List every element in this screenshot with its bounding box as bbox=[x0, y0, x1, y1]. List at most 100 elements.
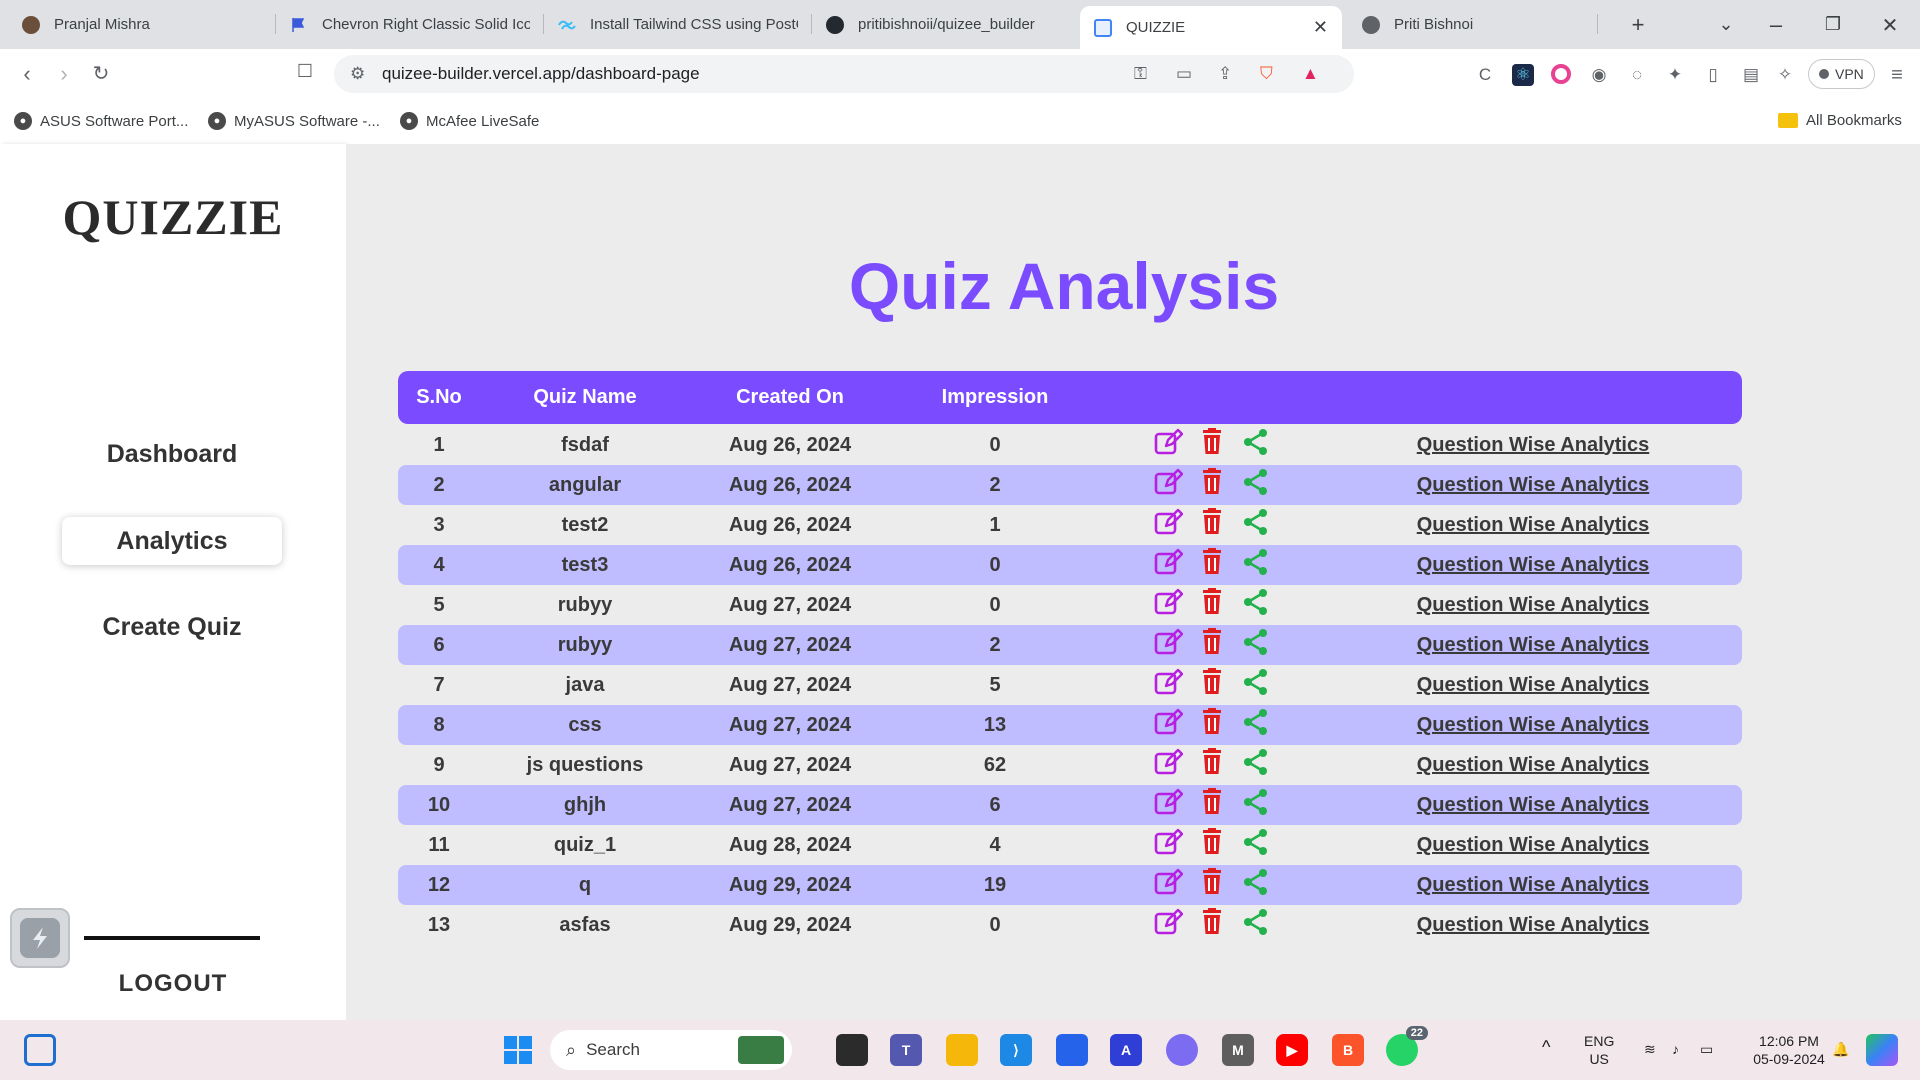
cast-icon[interactable]: ▭ bbox=[1176, 64, 1192, 84]
share-icon[interactable] bbox=[1241, 747, 1271, 783]
delete-icon[interactable] bbox=[1197, 827, 1227, 863]
floating-extension-button[interactable] bbox=[10, 908, 70, 968]
brave-icon[interactable]: B bbox=[1332, 1034, 1364, 1066]
bookmark-item[interactable]: ● MyASUS Software -... bbox=[208, 112, 380, 130]
question-wise-analytics-link[interactable]: Question Wise Analytics bbox=[1398, 834, 1668, 857]
back-icon[interactable]: ‹ bbox=[14, 61, 40, 87]
teams-icon[interactable]: T bbox=[890, 1034, 922, 1066]
react-devtools-icon[interactable]: ⚛ bbox=[1512, 64, 1534, 86]
browser-tab[interactable]: Install Tailwind CSS using PostC bbox=[544, 0, 812, 49]
edit-icon[interactable] bbox=[1153, 587, 1183, 623]
question-wise-analytics-link[interactable]: Question Wise Analytics bbox=[1398, 794, 1668, 817]
question-wise-analytics-link[interactable]: Question Wise Analytics bbox=[1398, 914, 1668, 937]
language-indicator[interactable]: ENG US bbox=[1584, 1032, 1614, 1068]
copilot-pre-icon[interactable] bbox=[1866, 1034, 1898, 1066]
menu-icon[interactable]: ≡ bbox=[1886, 64, 1908, 86]
share-icon[interactable] bbox=[1241, 787, 1271, 823]
share-icon[interactable] bbox=[1241, 587, 1271, 623]
brave-shield-icon[interactable]: ⛉ bbox=[1260, 64, 1273, 84]
delete-icon[interactable] bbox=[1197, 427, 1227, 463]
browser-tab-active[interactable]: QUIZZIE ✕ bbox=[1080, 6, 1342, 49]
delete-icon[interactable] bbox=[1197, 467, 1227, 503]
password-key-icon[interactable]: ⚿ bbox=[1134, 64, 1147, 84]
share-icon[interactable] bbox=[1241, 667, 1271, 703]
share-icon[interactable] bbox=[1241, 547, 1271, 583]
restore-icon[interactable]: ❐ bbox=[1820, 14, 1846, 35]
delete-icon[interactable] bbox=[1197, 667, 1227, 703]
browser-tab[interactable]: Chevron Right Classic Solid Ico bbox=[276, 0, 544, 49]
edit-icon[interactable] bbox=[1153, 907, 1183, 943]
close-tab-icon[interactable]: ✕ bbox=[1313, 17, 1328, 38]
question-wise-analytics-link[interactable]: Question Wise Analytics bbox=[1398, 874, 1668, 897]
bookmark-page-icon[interactable]: ☐ bbox=[292, 61, 318, 82]
forward-icon[interactable]: › bbox=[51, 61, 77, 87]
edit-icon[interactable] bbox=[1153, 507, 1183, 543]
browser-tab[interactable]: Priti Bishnoi bbox=[1348, 0, 1598, 49]
share-icon[interactable] bbox=[1241, 867, 1271, 903]
share-icon[interactable]: ⇪ bbox=[1218, 64, 1232, 84]
tab-search-chevron-icon[interactable]: ⌄ bbox=[1713, 14, 1739, 35]
share-icon[interactable] bbox=[1241, 627, 1271, 663]
extension-icon[interactable]: ◌ bbox=[1626, 64, 1648, 86]
share-icon[interactable] bbox=[1241, 827, 1271, 863]
edit-icon[interactable] bbox=[1153, 627, 1183, 663]
question-wise-analytics-link[interactable]: Question Wise Analytics bbox=[1398, 674, 1668, 697]
delete-icon[interactable] bbox=[1197, 907, 1227, 943]
edit-icon[interactable] bbox=[1153, 827, 1183, 863]
microsoft-store-icon[interactable] bbox=[1056, 1034, 1088, 1066]
share-icon[interactable] bbox=[1241, 907, 1271, 943]
delete-icon[interactable] bbox=[1197, 587, 1227, 623]
bookmark-item[interactable]: ● ASUS Software Port... bbox=[14, 112, 188, 130]
copilot-icon[interactable] bbox=[1166, 1034, 1198, 1066]
screenshot-icon[interactable]: ◉ bbox=[1588, 64, 1610, 86]
edit-icon[interactable] bbox=[1153, 467, 1183, 503]
extension-c-icon[interactable]: C bbox=[1474, 64, 1496, 86]
vpn-button[interactable]: VPN bbox=[1808, 59, 1875, 89]
minimize-icon[interactable]: – bbox=[1763, 12, 1789, 38]
browser-tab[interactable]: pritibishnoii/quizee_builder bbox=[812, 0, 1080, 49]
myasus-icon[interactable]: A bbox=[1110, 1034, 1142, 1066]
edit-icon[interactable] bbox=[1153, 427, 1183, 463]
edit-icon[interactable] bbox=[1153, 667, 1183, 703]
close-window-icon[interactable]: ✕ bbox=[1877, 13, 1903, 38]
question-wise-analytics-link[interactable]: Question Wise Analytics bbox=[1398, 754, 1668, 777]
edit-icon[interactable] bbox=[1153, 747, 1183, 783]
new-tab-icon[interactable]: + bbox=[1625, 12, 1651, 38]
volume-icon[interactable]: ♪ bbox=[1672, 1040, 1679, 1058]
leo-ai-icon[interactable]: ✧ bbox=[1774, 64, 1796, 86]
brave-rewards-icon[interactable]: ▲ bbox=[1302, 64, 1319, 84]
site-info-icon[interactable]: ⚙ bbox=[350, 64, 365, 84]
share-icon[interactable] bbox=[1241, 707, 1271, 743]
question-wise-analytics-link[interactable]: Question Wise Analytics bbox=[1398, 514, 1668, 537]
address-bar[interactable]: ⚙ quizee-builder.vercel.app/dashboard-pa… bbox=[334, 55, 1354, 93]
taskbar-search[interactable]: ⌕ Search bbox=[550, 1030, 792, 1070]
edit-icon[interactable] bbox=[1153, 787, 1183, 823]
logout-button[interactable]: LOGOUT bbox=[0, 970, 346, 998]
chevron-up-icon[interactable]: ^ bbox=[1542, 1038, 1550, 1056]
whatsapp-icon[interactable]: 22 bbox=[1386, 1026, 1428, 1066]
wallet-icon[interactable]: ▤ bbox=[1740, 64, 1762, 86]
question-wise-analytics-link[interactable]: Question Wise Analytics bbox=[1398, 634, 1668, 657]
m-app-icon[interactable]: M bbox=[1222, 1034, 1254, 1066]
question-wise-analytics-link[interactable]: Question Wise Analytics bbox=[1398, 594, 1668, 617]
share-icon[interactable] bbox=[1241, 467, 1271, 503]
battery-icon[interactable]: ▭ bbox=[1700, 1040, 1713, 1058]
delete-icon[interactable] bbox=[1197, 787, 1227, 823]
share-icon[interactable] bbox=[1241, 427, 1271, 463]
reload-icon[interactable]: ↻ bbox=[88, 61, 114, 86]
youtube-icon[interactable]: ▶ bbox=[1276, 1034, 1308, 1066]
clock[interactable]: 12:06 PM 05-09-2024 bbox=[1746, 1032, 1832, 1068]
delete-icon[interactable] bbox=[1197, 747, 1227, 783]
question-wise-analytics-link[interactable]: Question Wise Analytics bbox=[1398, 474, 1668, 497]
file-explorer-icon[interactable] bbox=[946, 1034, 978, 1066]
notification-bell-icon[interactable]: 🔔 bbox=[1832, 1040, 1849, 1058]
edit-icon[interactable] bbox=[1153, 867, 1183, 903]
vscode-icon[interactable]: ⟩ bbox=[1000, 1034, 1032, 1066]
delete-icon[interactable] bbox=[1197, 707, 1227, 743]
sidebar-item-analytics[interactable]: Analytics bbox=[62, 517, 282, 565]
delete-icon[interactable] bbox=[1197, 627, 1227, 663]
sidebar-item-dashboard[interactable]: Dashboard bbox=[62, 430, 282, 478]
question-wise-analytics-link[interactable]: Question Wise Analytics bbox=[1398, 434, 1668, 457]
delete-icon[interactable] bbox=[1197, 867, 1227, 903]
browser-tab[interactable]: Pranjal Mishra bbox=[8, 0, 276, 49]
